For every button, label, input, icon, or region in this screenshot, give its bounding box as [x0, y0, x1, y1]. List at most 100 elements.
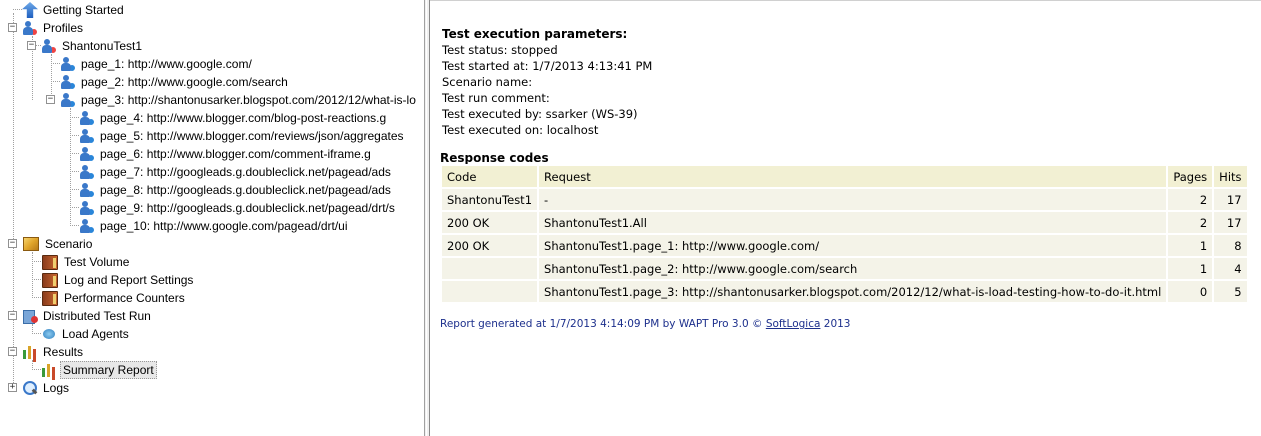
tree-item-getting-started[interactable]: Getting Started	[22, 1, 126, 19]
tree-label: Performance Counters	[64, 291, 185, 305]
cell-code	[439, 279, 540, 304]
tree-item-subpage[interactable]: page_5: http://www.blogger.com/reviews/j…	[79, 127, 406, 145]
project-tree[interactable]: − − − − − − + Getting Started Profiles S…	[0, 0, 424, 436]
page-icon	[79, 146, 95, 162]
summary-report-icon	[41, 362, 57, 378]
footer-year: 2013	[820, 318, 851, 330]
cell-code: 200 OK	[439, 233, 540, 258]
column-header-code: Code	[439, 164, 540, 189]
distributed-test-icon	[22, 308, 38, 324]
results-collapse-toggle[interactable]: −	[8, 347, 17, 356]
tree-item-subpage[interactable]: page_9: http://googleads.g.doubleclick.n…	[79, 199, 397, 217]
summary-report-panel: Test execution parameters: Test status: …	[430, 0, 1261, 436]
tree-label: Distributed Test Run	[43, 309, 151, 323]
tree-label: ShantonuTest1	[62, 39, 143, 53]
tree-item-profiles[interactable]: Profiles	[22, 19, 85, 37]
tree-item-subpage[interactable]: page_10: http://www.google.com/pagead/dr…	[79, 217, 350, 235]
table-row: ShantonuTest1 - 2 17	[439, 187, 1249, 212]
table-header-row: Code Request Pages Hits	[439, 164, 1249, 189]
cell-request: ShantonuTest1.page_1: http://www.google.…	[537, 233, 1169, 258]
tree-item-page[interactable]: page_3: http://shantonusarker.blogspot.c…	[60, 91, 418, 109]
tree-label: page_4: http://www.blogger.com/blog-post…	[100, 111, 387, 125]
profile-icon	[41, 38, 57, 54]
profiles-collapse-toggle[interactable]: −	[8, 23, 17, 32]
param-test-status: Test status: stopped	[442, 43, 558, 57]
tree-item-log-report-settings[interactable]: Log and Report Settings	[41, 271, 195, 289]
page-icon	[79, 218, 95, 234]
cell-request: ShantonuTest1.All	[537, 210, 1169, 235]
tree-item-performance-counters[interactable]: Performance Counters	[41, 289, 187, 307]
table-row: 200 OK ShantonuTest1.All 2 17	[439, 210, 1249, 235]
param-run-comment: Test run comment:	[442, 91, 550, 105]
column-header-request: Request	[537, 164, 1169, 189]
page-icon	[60, 56, 76, 72]
cell-hits: 17	[1212, 187, 1249, 212]
tree-item-page[interactable]: page_2: http://www.google.com/search	[60, 73, 290, 91]
cell-request: ShantonuTest1.page_2: http://www.google.…	[537, 256, 1169, 281]
page3-collapse-toggle[interactable]: −	[46, 95, 55, 104]
tree-label: page_9: http://googleads.g.doubleclick.n…	[100, 201, 395, 215]
tree-label: Getting Started	[43, 3, 124, 17]
tree-item-distributed-test-run[interactable]: Distributed Test Run	[22, 307, 153, 325]
cell-pages: 2	[1166, 187, 1215, 212]
tree-item-page[interactable]: page_1: http://www.google.com/	[60, 55, 254, 73]
cell-hits: 5	[1212, 279, 1249, 304]
tree-label: page_8: http://googleads.g.doubleclick.n…	[100, 183, 391, 197]
tree-item-results[interactable]: Results	[22, 343, 85, 361]
cell-pages: 1	[1166, 256, 1215, 281]
logs-icon	[22, 380, 38, 396]
cell-hits: 17	[1212, 210, 1249, 235]
cell-request: ShantonuTest1.page_3: http://shantonusar…	[537, 279, 1169, 304]
param-test-started: Test started at: 1/7/2013 4:13:41 PM	[442, 59, 653, 73]
tree-label: page_1: http://www.google.com/	[81, 57, 252, 71]
params-title: Test execution parameters:	[442, 27, 628, 41]
page-icon	[79, 110, 95, 126]
tree-label: page_7: http://googleads.g.doubleclick.n…	[100, 165, 391, 179]
tree-item-load-agents[interactable]: Load Agents	[41, 325, 131, 343]
tree-label: page_5: http://www.blogger.com/reviews/j…	[100, 129, 404, 143]
table-row: 200 OK ShantonuTest1.page_1: http://www.…	[439, 233, 1249, 258]
logs-expand-toggle[interactable]: +	[8, 383, 17, 392]
footer-text: Report generated at 1/7/2013 4:14:09 PM …	[440, 318, 766, 330]
page-icon	[60, 74, 76, 90]
tree-label: page_3: http://shantonusarker.blogspot.c…	[81, 93, 416, 107]
scenario-collapse-toggle[interactable]: −	[8, 239, 17, 248]
cell-request: -	[537, 187, 1169, 212]
cell-pages: 1	[1166, 233, 1215, 258]
cell-code	[439, 256, 540, 281]
tree-item-test-volume[interactable]: Test Volume	[41, 253, 131, 271]
tree-item-subpage[interactable]: page_8: http://googleads.g.doubleclick.n…	[79, 181, 393, 199]
cell-hits: 4	[1212, 256, 1249, 281]
test-volume-icon	[42, 254, 58, 270]
softlogica-link[interactable]: SoftLogica	[766, 318, 821, 330]
tree-label: page_2: http://www.google.com/search	[81, 75, 288, 89]
tree-item-summary-report[interactable]: Summary Report	[41, 361, 157, 379]
tree-item-profile[interactable]: ShantonuTest1	[41, 37, 144, 55]
tree-item-subpage[interactable]: page_7: http://googleads.g.doubleclick.n…	[79, 163, 393, 181]
column-header-pages: Pages	[1166, 164, 1215, 189]
cell-pages: 0	[1166, 279, 1215, 304]
tree-label: Load Agents	[62, 327, 129, 341]
cell-pages: 2	[1166, 210, 1215, 235]
tree-item-logs[interactable]: Logs	[22, 379, 71, 397]
profile-collapse-toggle[interactable]: −	[27, 41, 36, 50]
tree-label: Test Volume	[64, 255, 130, 269]
distributed-collapse-toggle[interactable]: −	[8, 311, 17, 320]
tree-label-selected: Summary Report	[60, 361, 157, 379]
tree-item-subpage[interactable]: page_4: http://www.blogger.com/blog-post…	[79, 109, 388, 127]
table-row: ShantonuTest1.page_2: http://www.google.…	[439, 256, 1249, 281]
page-icon	[60, 92, 76, 108]
tree-item-scenario[interactable]: Scenario	[22, 235, 94, 253]
page-icon	[79, 200, 95, 216]
page-icon	[79, 164, 95, 180]
tree-item-subpage[interactable]: page_6: http://www.blogger.com/comment-i…	[79, 145, 373, 163]
load-agents-icon	[41, 326, 57, 342]
tree-label: Scenario	[45, 237, 93, 251]
response-codes-title: Response codes	[440, 151, 549, 165]
table-row: ShantonuTest1.page_3: http://shantonusar…	[439, 279, 1249, 304]
cell-code: ShantonuTest1	[439, 187, 540, 212]
performance-counters-icon	[42, 290, 58, 306]
scenario-icon	[23, 237, 39, 251]
cell-hits: 8	[1212, 233, 1249, 258]
profiles-icon	[22, 20, 38, 36]
